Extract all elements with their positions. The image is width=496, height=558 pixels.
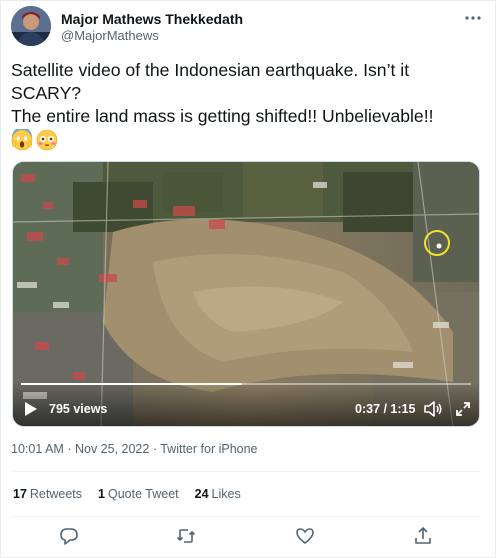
tweet-time[interactable]: 10:01 AM [11, 442, 64, 456]
fullscreen-icon[interactable] [455, 401, 471, 417]
tweet-card: Major Mathews Thekkedath @MajorMathews S… [0, 0, 496, 558]
likes-label: Likes [211, 487, 241, 501]
reply-icon[interactable] [59, 526, 79, 546]
retweets-stat[interactable]: 17 Retweets [13, 487, 82, 501]
emoji-row [11, 127, 58, 153]
meta-separator: · [152, 442, 157, 456]
quotes-label: Quote Tweet [107, 487, 179, 501]
flushed-face-emoji [36, 129, 58, 151]
tweet-actions [1, 523, 496, 549]
author-handle[interactable]: @MajorMathews [61, 28, 159, 43]
more-options-icon[interactable] [463, 10, 483, 26]
tweet-date[interactable]: Nov 25, 2022 [75, 442, 149, 456]
tweet-text-line: The entire land mass is getting shifted!… [11, 106, 434, 126]
face-screaming-in-fear-emoji [11, 127, 33, 151]
tweet-source[interactable]: Twitter for iPhone [160, 442, 257, 456]
meta-separator: · [67, 442, 72, 456]
play-icon[interactable] [24, 401, 38, 417]
tweet-meta: 10:01 AM · Nov 25, 2022 · Twitter for iP… [11, 442, 258, 456]
tweet-text-line: SCARY? [11, 83, 82, 103]
tweet-text: Satellite video of the Indonesian earthq… [11, 59, 487, 128]
retweets-count: 17 [13, 487, 27, 501]
divider [11, 471, 481, 472]
video-views: 795 views [49, 402, 108, 416]
quotes-count: 1 [98, 487, 105, 501]
author-name[interactable]: Major Mathews Thekkedath [61, 11, 243, 27]
retweets-label: Retweets [29, 487, 83, 501]
like-icon[interactable] [295, 526, 315, 546]
volume-icon[interactable] [424, 401, 442, 417]
video-progress-fill [21, 383, 242, 385]
tweet-text-line: Satellite video of the Indonesian earthq… [11, 60, 410, 80]
tweet-header: Major Mathews Thekkedath @MajorMathews [11, 6, 487, 48]
quotes-stat[interactable]: 1 Quote Tweet [98, 487, 179, 501]
avatar[interactable] [11, 6, 51, 46]
video-time: 0:37 / 1:15 [355, 402, 416, 416]
video-player[interactable]: 795 views 0:37 / 1:15 [12, 161, 480, 427]
tweet-stats: 17 Retweets 1 Quote Tweet 24 Likes [13, 487, 241, 501]
likes-count: 24 [194, 487, 209, 501]
divider [11, 516, 481, 517]
likes-stat[interactable]: 24 Likes [195, 487, 241, 501]
video-progress-bar[interactable] [21, 383, 471, 385]
retweet-icon[interactable] [176, 526, 196, 546]
share-icon[interactable] [413, 526, 433, 546]
